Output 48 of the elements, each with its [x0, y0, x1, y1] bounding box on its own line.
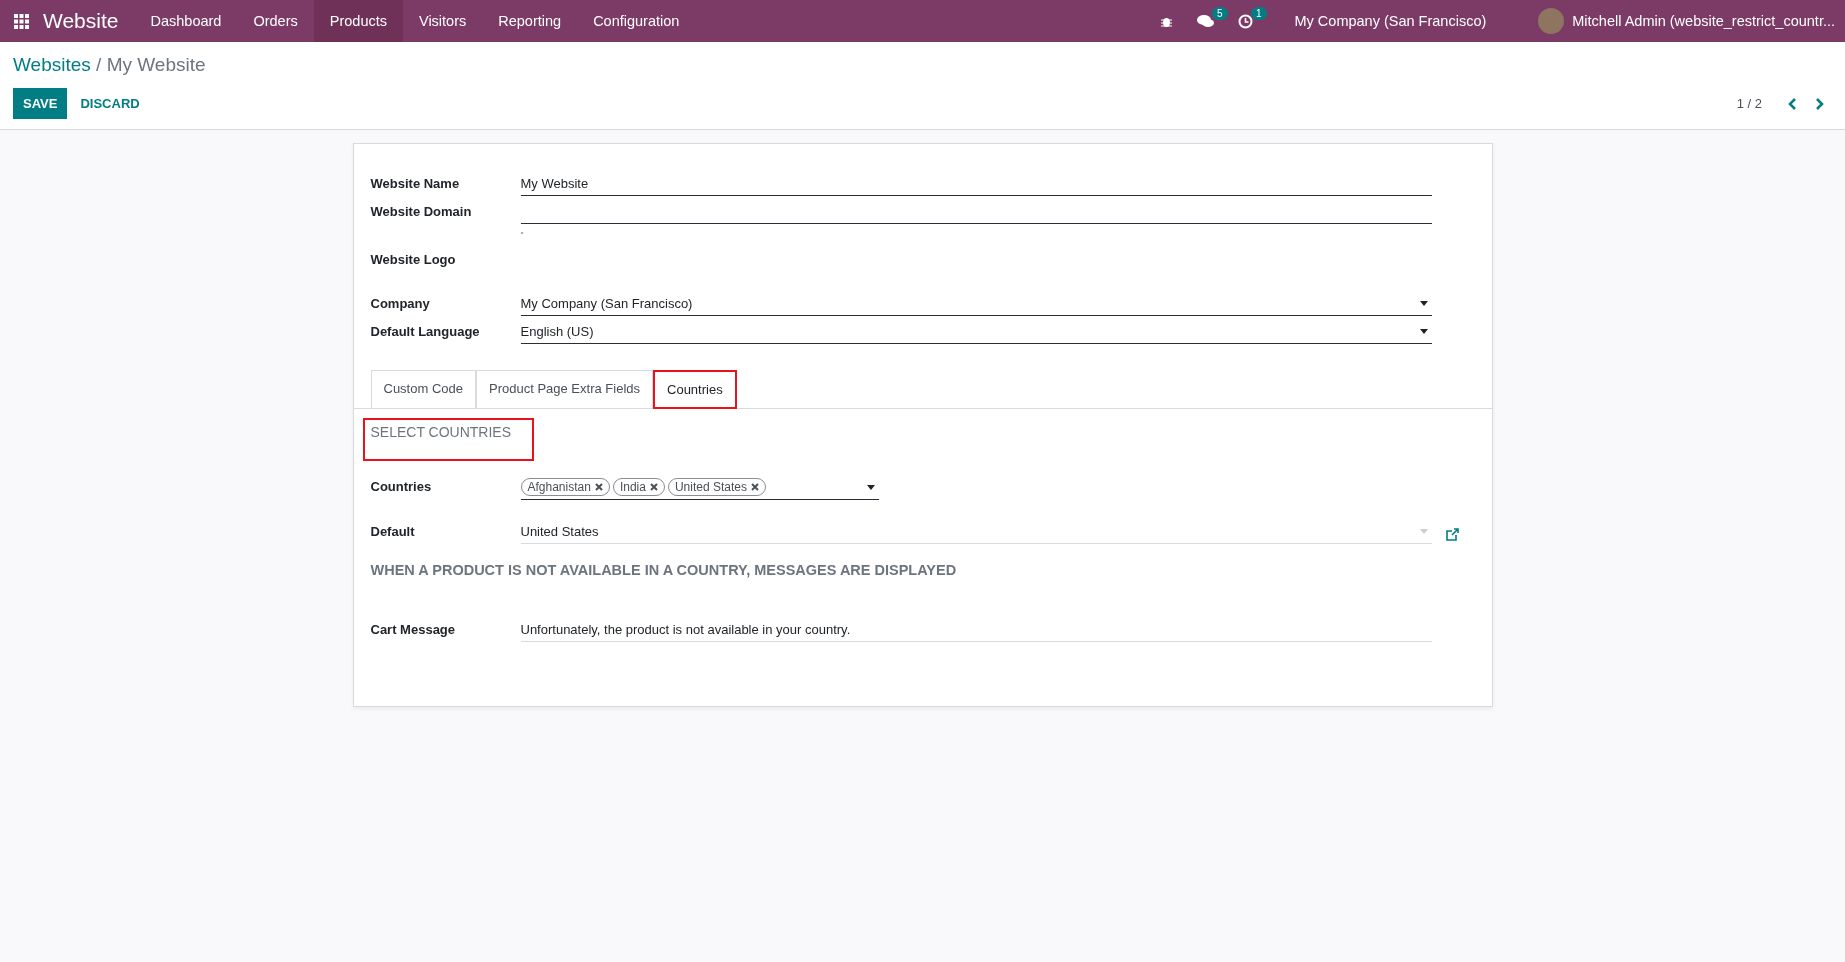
caret-icon	[1419, 329, 1428, 334]
menu-item[interactable]: Products	[313, 0, 403, 42]
chevron-right-icon	[1814, 97, 1824, 110]
select-field[interactable]: English (US)	[520, 320, 1432, 344]
remove-icon[interactable]	[649, 483, 658, 491]
breadcrumb-link[interactable]: Websites	[13, 54, 91, 75]
menu-item[interactable]: Orders	[237, 0, 314, 42]
save-button[interactable]: SAVE	[13, 88, 68, 119]
section-title: SELECT COUNTRIES	[362, 418, 534, 461]
caret-icon	[866, 484, 875, 490]
avatar	[1538, 8, 1565, 34]
field-label: Default Language	[370, 323, 481, 341]
text-field[interactable]: My Website	[520, 172, 1432, 196]
field-label: Cart Message	[370, 621, 457, 639]
count-badge: 1	[1250, 7, 1267, 20]
caret-icon	[1419, 301, 1428, 306]
field-label: Website Logo	[370, 250, 457, 269]
field-label: Website Domain	[370, 203, 473, 221]
select-field[interactable]: United States	[520, 520, 1432, 544]
field-label: Website Name	[370, 175, 461, 193]
remove-icon[interactable]	[594, 483, 603, 491]
text-field[interactable]: Unfortunately, the product is not available in your country.	[520, 618, 1432, 642]
chevron-left-icon	[1788, 97, 1798, 110]
menu-item[interactable]: Visitors	[403, 0, 483, 42]
field-label: Default	[370, 523, 416, 541]
app-title: Website	[43, 9, 120, 33]
clock-icon[interactable]	[1237, 13, 1253, 29]
menu-item[interactable]: Dashboard	[134, 0, 238, 42]
remove-icon[interactable]	[750, 483, 759, 491]
tab[interactable]: Custom Code	[370, 370, 476, 409]
menu-item[interactable]: Reporting	[482, 0, 578, 42]
user-menu[interactable]: Mitchell Admin (website_restrict_countr...	[1522, 0, 1845, 42]
tab[interactable]: Product Page Extra Fields	[476, 370, 653, 409]
pager-value: 1 / 2	[1736, 96, 1762, 111]
field-label: Countries	[370, 478, 433, 496]
caret-icon	[1419, 529, 1428, 534]
chat-icon[interactable]	[1196, 14, 1214, 28]
section-heading: WHEN A PRODUCT IS NOT AVAILABLE IN A COUNTRY, MESSAGES ARE DISPLAYED	[369, 561, 958, 580]
select-field[interactable]: My Company (San Francisco)	[520, 292, 1432, 316]
breadcrumb-current: My Website	[106, 54, 206, 75]
menu-item[interactable]: Configuration	[577, 0, 696, 42]
breadcrumb-separator: /	[96, 54, 102, 75]
tab[interactable]: Countries	[653, 370, 737, 409]
field-label: Company	[370, 295, 431, 313]
discard-button[interactable]: DISCARD	[67, 88, 153, 119]
company-switcher[interactable]: My Company (San Francisco)	[1278, 0, 1503, 42]
tags-field[interactable]: Afghanistan India United States	[520, 476, 879, 500]
count-badge: 5	[1211, 7, 1228, 20]
